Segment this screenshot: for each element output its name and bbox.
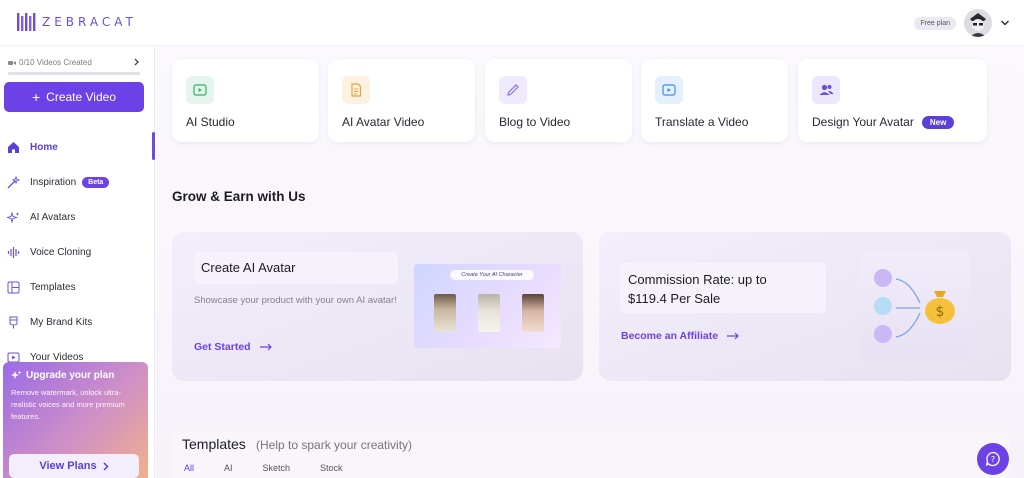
users-icon (812, 76, 840, 104)
promo-title-box: Commission Rate: up to $119.4 Per Sale (620, 263, 826, 313)
commission-text: Commission Rate: up to $119.4 Per Sale (628, 272, 767, 306)
sidebar-item-templates[interactable]: Templates (0, 270, 155, 305)
chevron-right-icon (103, 461, 109, 471)
avatar[interactable] (964, 9, 992, 37)
card-label: Translate a Video (655, 115, 749, 129)
help-chat-icon: ? (985, 451, 1000, 467)
sparkles-icon (11, 370, 22, 379)
person-icon (874, 269, 892, 287)
promo-title-box: Create AI Avatar (194, 252, 398, 284)
create-avatar-promo: Create AI Avatar Showcase your product w… (172, 232, 583, 381)
top-bar: ZEBRACAT Free plan (0, 0, 1024, 46)
card-label: Blog to Video (499, 115, 571, 129)
sidebar-item-label: Home (30, 142, 58, 153)
svg-text:$: $ (936, 304, 945, 320)
chevron-down-icon[interactable] (1000, 18, 1010, 28)
user-avatar-icon (964, 9, 992, 37)
sidebar: 0/10 Videos Created + Create Video Home … (0, 46, 155, 478)
avatar-thumbnail (434, 294, 456, 332)
tab-sketch[interactable]: Sketch (263, 463, 291, 473)
avatar-thumbnail (478, 294, 500, 332)
plan-badge: Free plan (914, 16, 956, 30)
sidebar-item-ai-avatars[interactable]: AI Avatars (0, 200, 155, 235)
new-badge: New (921, 115, 955, 129)
view-plans-button[interactable]: View Plans (9, 454, 139, 478)
avatar-preview-image: Create Your AI Character (414, 264, 561, 348)
preview-caption: Create Your AI Character (450, 270, 534, 280)
card-ai-studio[interactable]: AI Studio (172, 59, 319, 142)
sparkles-icon (6, 211, 20, 225)
card-translate-video[interactable]: Translate a Video (641, 59, 788, 142)
templates-section: Templates (Help to spark your creativity… (172, 430, 1010, 478)
video-quota[interactable]: 0/10 Videos Created (8, 58, 140, 67)
home-icon (6, 141, 20, 155)
beta-badge: Beta (82, 177, 110, 188)
template-tabs: All AI Sketch Stock (184, 463, 373, 473)
person-icon (874, 297, 892, 315)
brand-kit-icon (6, 316, 20, 330)
promo-description: Showcase your product with your own AI a… (194, 295, 397, 306)
create-video-button[interactable]: + Create Video (4, 82, 144, 112)
logo-text: ZEBRACAT (42, 15, 137, 29)
upgrade-title: Upgrade your plan (11, 370, 140, 381)
card-label: Design Your Avatar (812, 115, 914, 129)
sidebar-item-label: Inspiration (30, 177, 77, 188)
quota-progress-bar (8, 72, 140, 75)
card-label: AI Studio (186, 115, 235, 129)
sidebar-item-inspiration[interactable]: Inspiration Beta (0, 165, 155, 200)
sidebar-item-label: Templates (30, 282, 76, 293)
money-bag-icon: $ (925, 291, 955, 324)
chevron-right-icon (134, 58, 139, 66)
affiliate-illustration: $ (860, 251, 970, 361)
sidebar-item-home[interactable]: Home (0, 130, 155, 165)
person-icon (874, 325, 892, 343)
arrows-icon (895, 278, 921, 338)
affiliate-promo: Commission Rate: up to $119.4 Per Sale B… (599, 232, 1011, 381)
card-blog-to-video[interactable]: Blog to Video (485, 59, 632, 142)
sidebar-item-label: AI Avatars (30, 212, 76, 223)
waveform-icon (6, 246, 20, 260)
promo-title: Create AI Avatar (201, 260, 296, 275)
account-area: Free plan (914, 9, 1010, 37)
become-affiliate-link[interactable]: Become an Affiliate (621, 330, 740, 342)
tab-ai[interactable]: AI (224, 463, 233, 473)
sidebar-item-label: My Brand Kits (30, 317, 93, 328)
arrow-right-icon (727, 332, 739, 340)
plus-icon: + (31, 89, 41, 105)
sparkle-wand-icon (6, 176, 20, 190)
main-content: AI Studio AI Avatar Video Blog to Video … (156, 46, 1024, 478)
arrow-right-icon (259, 343, 272, 351)
help-button[interactable]: ? (977, 443, 1009, 475)
grow-section-title: Grow & Earn with Us (172, 189, 306, 204)
pencil-icon (499, 76, 527, 104)
play-square-icon (655, 76, 683, 104)
tab-all[interactable]: All (184, 463, 194, 473)
sidebar-nav: Home Inspiration Beta AI Avatars Voice C… (0, 130, 155, 375)
templates-hint: (Help to spark your creativity) (256, 438, 413, 452)
document-icon (342, 76, 370, 104)
sidebar-item-label: Voice Cloning (30, 247, 92, 258)
get-started-link[interactable]: Get Started (194, 341, 273, 353)
card-label: AI Avatar Video (342, 115, 425, 129)
upgrade-panel: Upgrade your plan Remove watermark, unlo… (3, 362, 148, 478)
sidebar-item-brand-kits[interactable]: My Brand Kits (0, 305, 155, 340)
templates-title: Templates (182, 436, 246, 452)
tab-stock[interactable]: Stock (320, 463, 343, 473)
card-ai-avatar-video[interactable]: AI Avatar Video (328, 59, 475, 142)
card-design-avatar[interactable]: Design Your Avatar New (798, 59, 987, 142)
quota-text: 0/10 Videos Created (19, 58, 92, 67)
zebracat-logo-icon (17, 13, 36, 31)
upgrade-description: Remove watermark, unlock ultra-realistic… (11, 388, 125, 421)
play-square-icon (186, 76, 214, 104)
create-video-label: Create Video (46, 90, 116, 104)
layout-icon (6, 281, 20, 295)
sidebar-item-voice-cloning[interactable]: Voice Cloning (0, 235, 155, 270)
logo[interactable]: ZEBRACAT (16, 11, 137, 33)
video-camera-icon (8, 60, 16, 65)
avatar-thumbnail (522, 294, 544, 332)
svg-text:?: ? (991, 455, 995, 464)
